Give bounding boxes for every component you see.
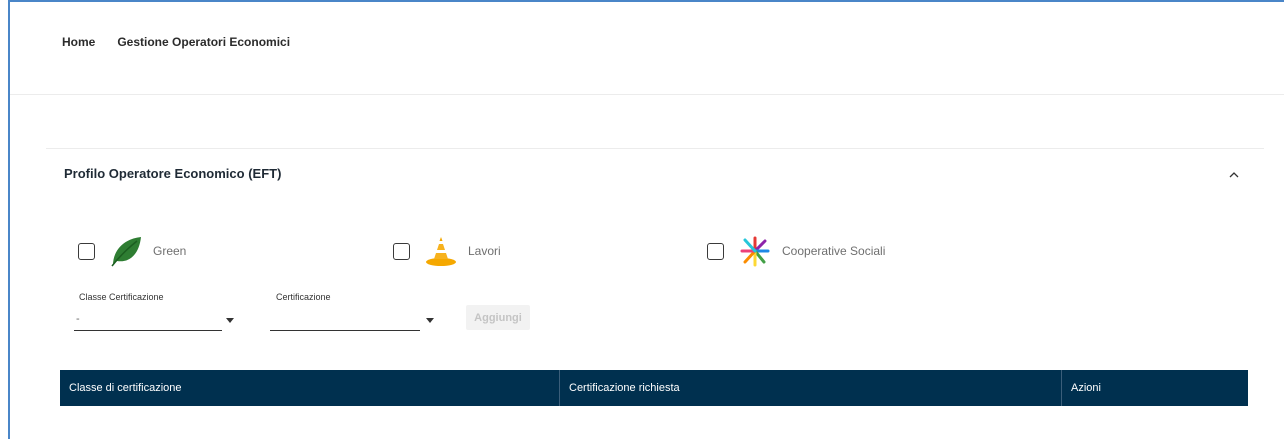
column-header: Classe di certificazione [60, 370, 560, 406]
classe-certificazione-value: - [76, 313, 80, 325]
option-green: Green [78, 235, 186, 267]
hands-icon [738, 235, 772, 267]
page-frame: Home Gestione Operatori Economici Profil… [8, 0, 1284, 439]
aggiungi-button[interactable]: Aggiungi [466, 305, 530, 330]
chevron-up-icon [1229, 172, 1239, 178]
classe-certificazione-select[interactable]: - [74, 309, 234, 331]
classe-certificazione-label: Classe Certificazione [79, 292, 164, 302]
leaf-icon [109, 235, 143, 267]
checkbox-lavori[interactable] [393, 242, 410, 260]
caret-down-icon [426, 318, 434, 323]
certificazione-label: Certificazione [276, 292, 331, 302]
column-header: Certificazione richiesta [560, 370, 1062, 406]
option-label-green: Green [153, 244, 187, 258]
profilo-section: Profilo Operatore Economico (EFT) Green [46, 148, 1264, 439]
checkbox-cooperative[interactable] [707, 242, 724, 260]
option-lavori: Lavori [393, 235, 501, 267]
breadcrumb: Home Gestione Operatori Economici [62, 35, 290, 49]
checkbox-green[interactable] [78, 242, 95, 260]
column-header: Azioni [1071, 382, 1101, 394]
option-label-cooperative: Cooperative Sociali [782, 244, 886, 258]
breadcrumb-home[interactable]: Home [62, 35, 95, 49]
caret-down-icon [226, 318, 234, 323]
option-label-lavori: Lavori [468, 244, 501, 258]
option-cooperative: Cooperative Sociali [707, 235, 885, 267]
certificazioni-table-header: Classe di certificazione Certificazione … [60, 370, 1248, 406]
breadcrumb-current[interactable]: Gestione Operatori Economici [117, 35, 290, 49]
section-title: Profilo Operatore Economico (EFT) [64, 166, 282, 181]
cone-icon [424, 235, 458, 267]
certificazione-select[interactable] [270, 309, 434, 331]
header-divider [10, 94, 1284, 95]
collapse-button[interactable] [1224, 165, 1244, 185]
